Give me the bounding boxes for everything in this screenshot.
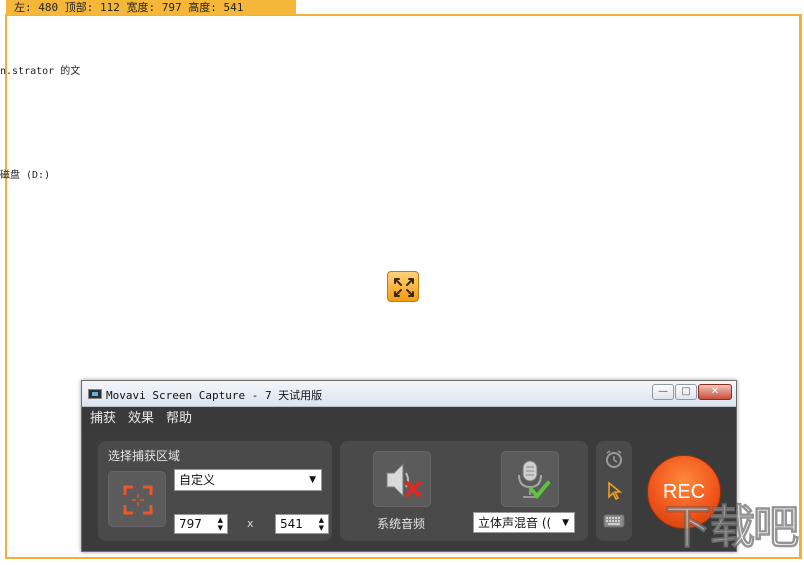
window-controls: — □ ✕: [652, 384, 732, 400]
audio-source-select[interactable]: 立体声混音 (( ▼: [473, 512, 575, 533]
system-audio-button[interactable]: [373, 451, 431, 507]
chevron-down-icon: ▼: [309, 475, 316, 485]
height-stepper[interactable]: 541 ▲ ▼: [275, 514, 329, 534]
watermark-logo: 下载吧: [665, 500, 800, 555]
title-bar[interactable]: Movavi Screen Capture - 7 天试用版 — □ ✕: [82, 381, 736, 407]
microphone-icon: [518, 460, 550, 500]
capture-area-panel: 选择捕获区域 自定义 ▼ 797 ▲ ▼ x 541 ▲ ▼: [98, 441, 332, 541]
menu-capture[interactable]: 捕获: [90, 407, 116, 431]
desktop-text-1: n.strator 的文: [0, 66, 81, 77]
expand-icon: [394, 278, 414, 297]
timer-icon[interactable]: [603, 449, 625, 469]
system-audio-label: 系统音频: [377, 517, 426, 531]
audio-source-value: 立体声混音 ((: [478, 516, 552, 530]
menu-effects[interactable]: 效果: [128, 407, 154, 431]
keyboard-icon[interactable]: [603, 513, 625, 533]
chevron-down-icon: ▼: [562, 518, 569, 528]
speaker-muted-icon: [386, 462, 421, 498]
width-stepper[interactable]: 797 ▲ ▼: [174, 514, 228, 534]
width-value: 797: [179, 517, 202, 531]
fullscreen-button[interactable]: [387, 271, 419, 302]
height-value: 541: [280, 517, 303, 531]
dimension-separator: x: [247, 517, 254, 530]
desktop-text-2: 磁盘 (D:): [0, 170, 51, 181]
capture-info: 左: 480 顶部: 112 宽度: 797 高度: 541: [6, 0, 296, 15]
audio-panel: 系统音频 立体声混音 (( ▼: [340, 441, 588, 541]
capture-area-label: 选择捕获区域: [108, 449, 181, 463]
minimize-icon: —: [658, 386, 668, 397]
maximize-icon: □: [681, 386, 691, 397]
stepper-arrows-icon[interactable]: ▲ ▼: [218, 516, 223, 532]
capture-mode-select[interactable]: 自定义 ▼: [174, 469, 322, 491]
crosshair-icon: [123, 485, 153, 515]
capture-mode-value: 自定义: [179, 473, 216, 487]
menu-bar: 捕获 效果 帮助: [82, 407, 736, 431]
cursor-icon[interactable]: [603, 481, 625, 501]
app-icon: [88, 389, 102, 399]
stepper-arrows-icon[interactable]: ▲ ▼: [319, 516, 324, 532]
minimize-button[interactable]: —: [652, 384, 674, 400]
window-title: Movavi Screen Capture - 7 天试用版: [106, 389, 323, 402]
close-icon: ✕: [710, 386, 720, 397]
microphone-button[interactable]: [501, 451, 559, 507]
options-panel: [596, 441, 632, 541]
maximize-button[interactable]: □: [675, 384, 697, 400]
select-area-button[interactable]: [108, 471, 166, 527]
app-window: Movavi Screen Capture - 7 天试用版 — □ ✕ 捕获 …: [81, 380, 737, 552]
menu-help[interactable]: 帮助: [166, 407, 192, 431]
close-button[interactable]: ✕: [698, 384, 732, 400]
